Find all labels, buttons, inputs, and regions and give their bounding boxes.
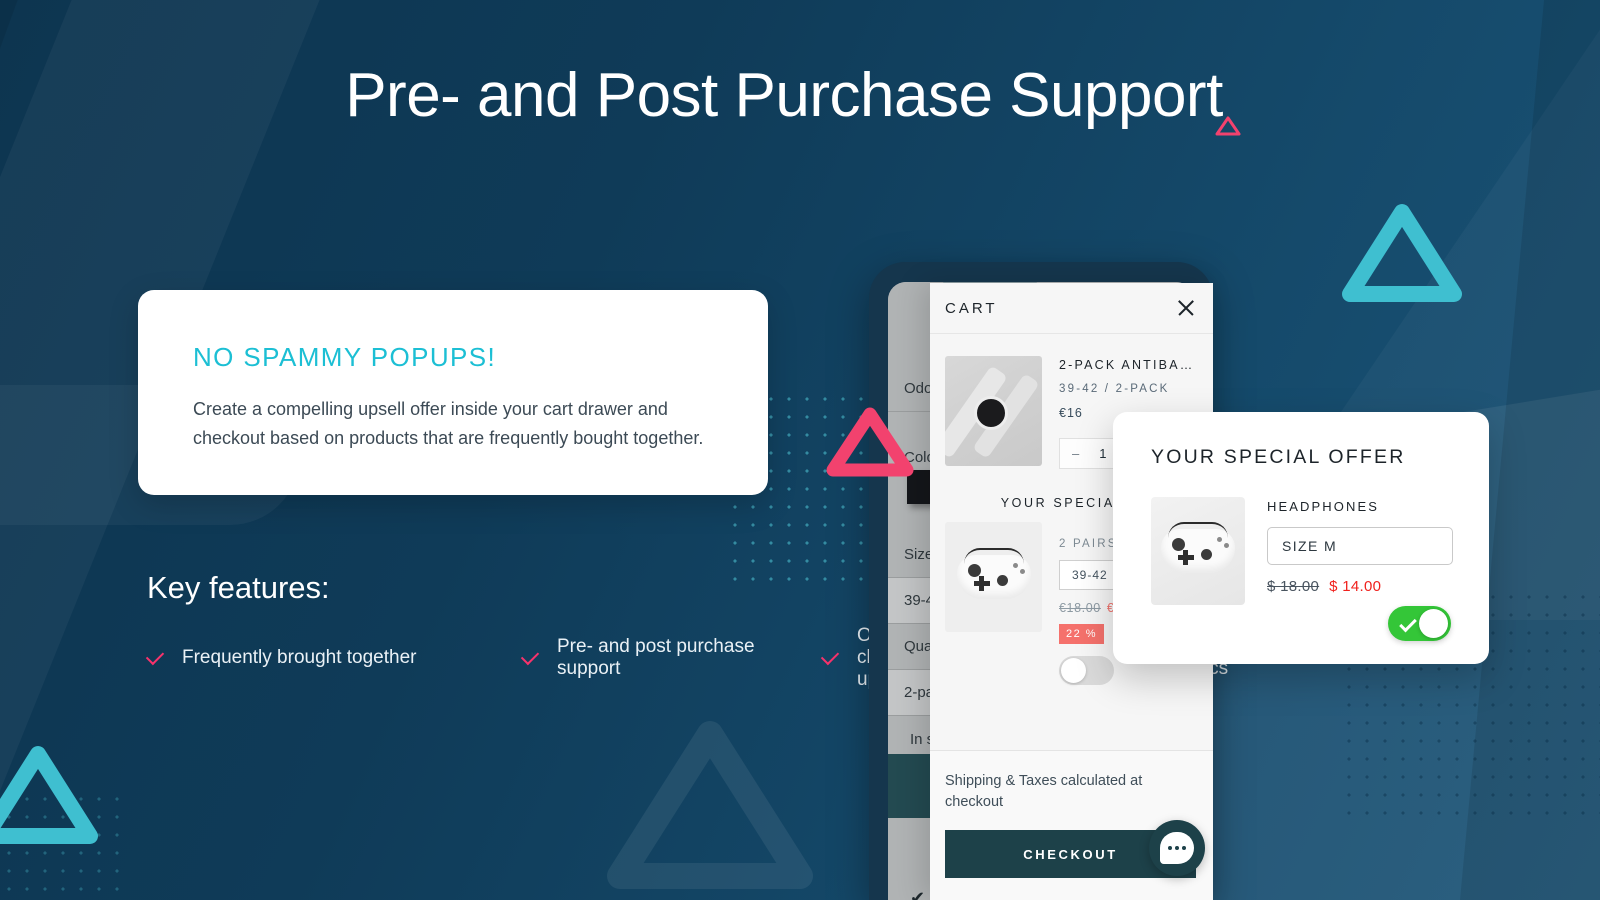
special-offer-details: HEADPHONES SIZE M $ 18.00 $ 14.00 — [1267, 497, 1453, 605]
watch-face-shape — [974, 396, 1008, 430]
special-offer-card: YOUR SPECIAL OFFER HEADPHONES SIZE M $ 1… — [1113, 412, 1489, 664]
info-card: NO SPAMMY POPUPS! Create a compelling up… — [138, 290, 768, 495]
page-title: Pre- and Post Purchase Support — [345, 61, 1223, 130]
key-features-title: Key features: — [147, 570, 330, 605]
check-icon — [1399, 614, 1417, 633]
special-offer-thumbnail — [1151, 497, 1245, 605]
special-offer-toggle[interactable] — [1388, 606, 1451, 641]
list-item: Pre- and post purchase support — [522, 635, 822, 679]
key-features-list: Frequently brought together Pre- and pos… — [147, 625, 1250, 690]
decorative-triangle-teal-left-icon — [0, 742, 104, 850]
cart-offer-toggle[interactable] — [1059, 656, 1114, 685]
discount-badge: 22 % — [1059, 624, 1105, 644]
special-offer-body: HEADPHONES SIZE M $ 18.00 $ 14.00 — [1151, 497, 1453, 605]
decorative-triangle-teal-right-icon — [1336, 200, 1468, 308]
cart-drawer-header: CART — [930, 283, 1213, 334]
cart-item-variant: 39-42 / 2-PACK — [1059, 383, 1170, 395]
quantity-decrement-button[interactable]: – — [1062, 446, 1089, 461]
special-offer-prices: $ 18.00 $ 14.00 — [1267, 578, 1453, 595]
shipping-note: Shipping & Taxes calculated at checkout — [945, 773, 1143, 811]
special-offer-old-price: $ 18.00 — [1267, 578, 1320, 595]
key-feature-label: Frequently brought together — [182, 646, 417, 668]
key-feature-label: Pre- and post purchase support — [557, 635, 755, 679]
check-icon — [147, 651, 164, 664]
checkmark-icon: ✔ — [910, 888, 926, 900]
decorative-triangle-pink-icon — [822, 404, 918, 482]
toggle-knob — [1419, 609, 1448, 638]
cart-item-name: 2-PACK ANTIBA… — [1059, 358, 1195, 372]
special-offer-title: YOUR SPECIAL OFFER — [1151, 446, 1406, 468]
special-offer-size-select[interactable]: SIZE M — [1267, 527, 1453, 565]
check-icon — [822, 651, 839, 664]
decorative-triangle-faint-icon — [600, 718, 820, 898]
list-item: Frequently brought together — [147, 637, 522, 678]
cart-offer-thumbnail — [945, 522, 1042, 632]
check-icon — [522, 651, 539, 664]
chat-button[interactable] — [1149, 820, 1205, 876]
special-offer-new-price: $ 14.00 — [1329, 578, 1382, 595]
close-icon[interactable] — [1175, 297, 1197, 319]
game-controller-icon — [956, 548, 1031, 599]
chat-bubble-icon — [1160, 832, 1194, 864]
cart-offer-old-price: €18.00 — [1059, 601, 1101, 615]
info-card-body: Create a compelling upsell offer inside … — [193, 399, 704, 449]
cart-title: CART — [945, 299, 998, 317]
game-controller-icon — [1161, 522, 1235, 573]
special-offer-product-name: HEADPHONES — [1267, 499, 1380, 514]
info-card-heading: NO SPAMMY POPUPS! — [193, 342, 497, 372]
cart-item-thumbnail — [945, 356, 1042, 466]
